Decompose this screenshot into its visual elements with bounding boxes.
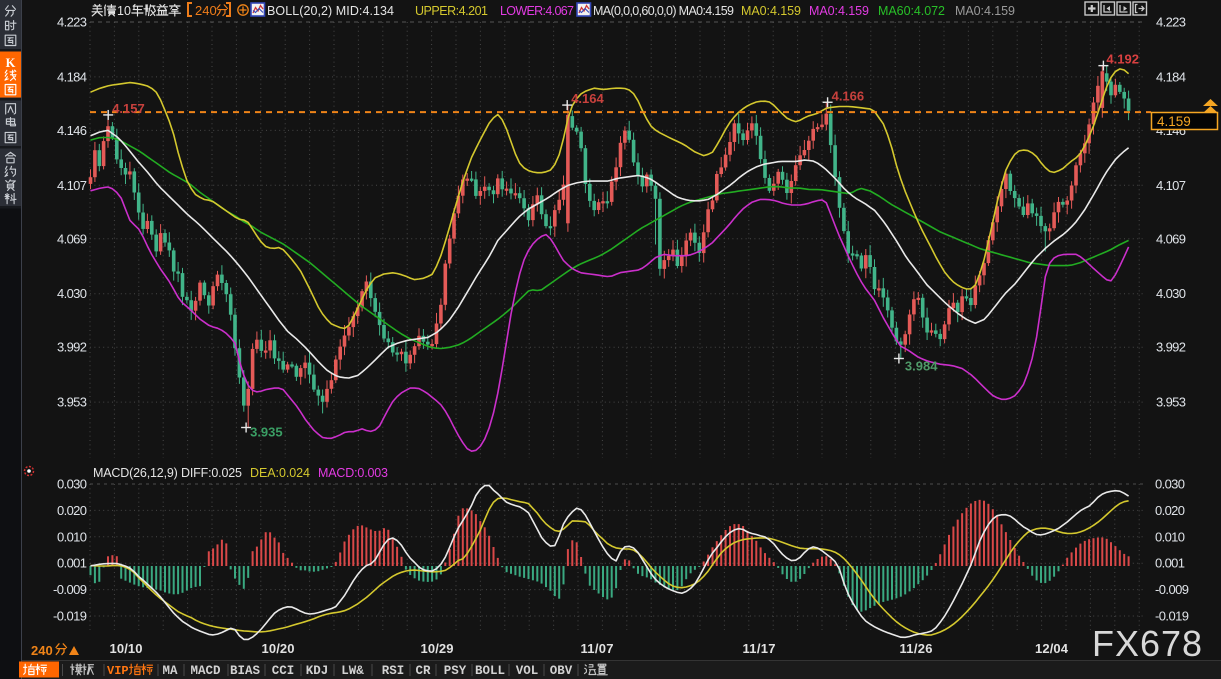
svg-text:0.030: 0.030: [1155, 477, 1185, 492]
svg-text:240: 240: [195, 3, 217, 18]
svg-text:4.223: 4.223: [57, 15, 87, 30]
svg-text:4.166: 4.166: [832, 88, 865, 103]
svg-text:MA: MA: [162, 664, 178, 678]
svg-text:-0.019: -0.019: [53, 609, 87, 624]
svg-text:MA0:4.159: MA0:4.159: [741, 4, 801, 18]
svg-text:PSY: PSY: [444, 664, 467, 678]
svg-text:4.164: 4.164: [571, 91, 604, 106]
svg-text:RSI: RSI: [382, 664, 405, 678]
svg-text:0.001: 0.001: [1155, 556, 1185, 571]
svg-text:10/20: 10/20: [262, 641, 295, 656]
svg-text:BIAS: BIAS: [230, 664, 261, 678]
svg-text:10: 10: [117, 4, 131, 18]
svg-text:-0.009: -0.009: [1155, 582, 1189, 597]
svg-text:4.069: 4.069: [57, 231, 87, 246]
svg-text:4.184: 4.184: [57, 69, 87, 84]
svg-text:12/04: 12/04: [1035, 641, 1069, 656]
svg-text:MACD:0.003: MACD:0.003: [318, 466, 388, 480]
svg-text:VOL: VOL: [516, 664, 539, 678]
svg-text:FX678: FX678: [1092, 623, 1203, 664]
svg-text:240: 240: [31, 643, 53, 658]
svg-text:UPPER:4.201: UPPER:4.201: [415, 4, 488, 18]
svg-text:10/10: 10/10: [110, 641, 143, 656]
svg-text:MA0:4.159: MA0:4.159: [809, 4, 869, 18]
svg-text:-0.009: -0.009: [53, 582, 87, 597]
svg-text:3.984: 3.984: [905, 359, 938, 374]
svg-text:MA(0,0,0,60,0,0) MA0:4.159: MA(0,0,0,60,0,0) MA0:4.159: [593, 4, 734, 18]
svg-text:BOLL: BOLL: [475, 664, 505, 678]
svg-text:3.953: 3.953: [57, 395, 87, 410]
svg-text:LOWER:4.067: LOWER:4.067: [500, 4, 574, 18]
svg-text:4.184: 4.184: [1156, 69, 1186, 84]
svg-text:4.223: 4.223: [1156, 15, 1186, 30]
svg-text:0.001: 0.001: [57, 556, 87, 571]
svg-text:-0.019: -0.019: [1155, 609, 1189, 624]
svg-text:4.192: 4.192: [1106, 52, 1139, 67]
svg-text:4.159: 4.159: [1157, 114, 1191, 129]
svg-text:CR: CR: [415, 664, 431, 678]
svg-text:CCI: CCI: [272, 664, 295, 678]
svg-text:MACD(26,12,9) DIFF:0.025: MACD(26,12,9) DIFF:0.025: [93, 466, 242, 480]
svg-text:DEA:0.024: DEA:0.024: [250, 466, 310, 480]
svg-text:4.107: 4.107: [57, 178, 87, 193]
svg-text:0.010: 0.010: [57, 529, 87, 544]
svg-text:MA0:4.159: MA0:4.159: [955, 4, 1015, 18]
svg-text:3.992: 3.992: [57, 340, 87, 355]
svg-text:KDJ: KDJ: [306, 664, 329, 678]
svg-text:3.953: 3.953: [1156, 395, 1186, 410]
svg-text:4.146: 4.146: [57, 123, 87, 138]
svg-text:3.992: 3.992: [1156, 340, 1186, 355]
svg-text:MACD: MACD: [190, 664, 221, 678]
svg-text:11/26: 11/26: [900, 641, 933, 656]
svg-text:0.020: 0.020: [57, 503, 87, 518]
svg-text:VIP: VIP: [107, 664, 129, 678]
svg-text:BOLL(20,2) MID:4.134: BOLL(20,2) MID:4.134: [267, 4, 394, 18]
svg-text:LW&: LW&: [341, 664, 364, 678]
svg-text:4.030: 4.030: [1156, 286, 1186, 301]
svg-text:10/29: 10/29: [421, 641, 454, 656]
svg-text:OBV: OBV: [550, 664, 573, 678]
svg-text:0.010: 0.010: [1155, 529, 1185, 544]
svg-text:4.157: 4.157: [112, 101, 145, 116]
svg-text:4.107: 4.107: [1156, 178, 1186, 193]
svg-text:3.935: 3.935: [250, 425, 283, 440]
svg-text:4.069: 4.069: [1156, 231, 1186, 246]
svg-text:MA60:4.072: MA60:4.072: [878, 4, 945, 18]
svg-text:11/17: 11/17: [743, 641, 776, 656]
svg-text:0.020: 0.020: [1155, 503, 1185, 518]
svg-text:K: K: [6, 56, 16, 70]
svg-text:4.030: 4.030: [57, 286, 87, 301]
svg-text:11/07: 11/07: [581, 641, 614, 656]
svg-text:0.030: 0.030: [57, 477, 87, 492]
